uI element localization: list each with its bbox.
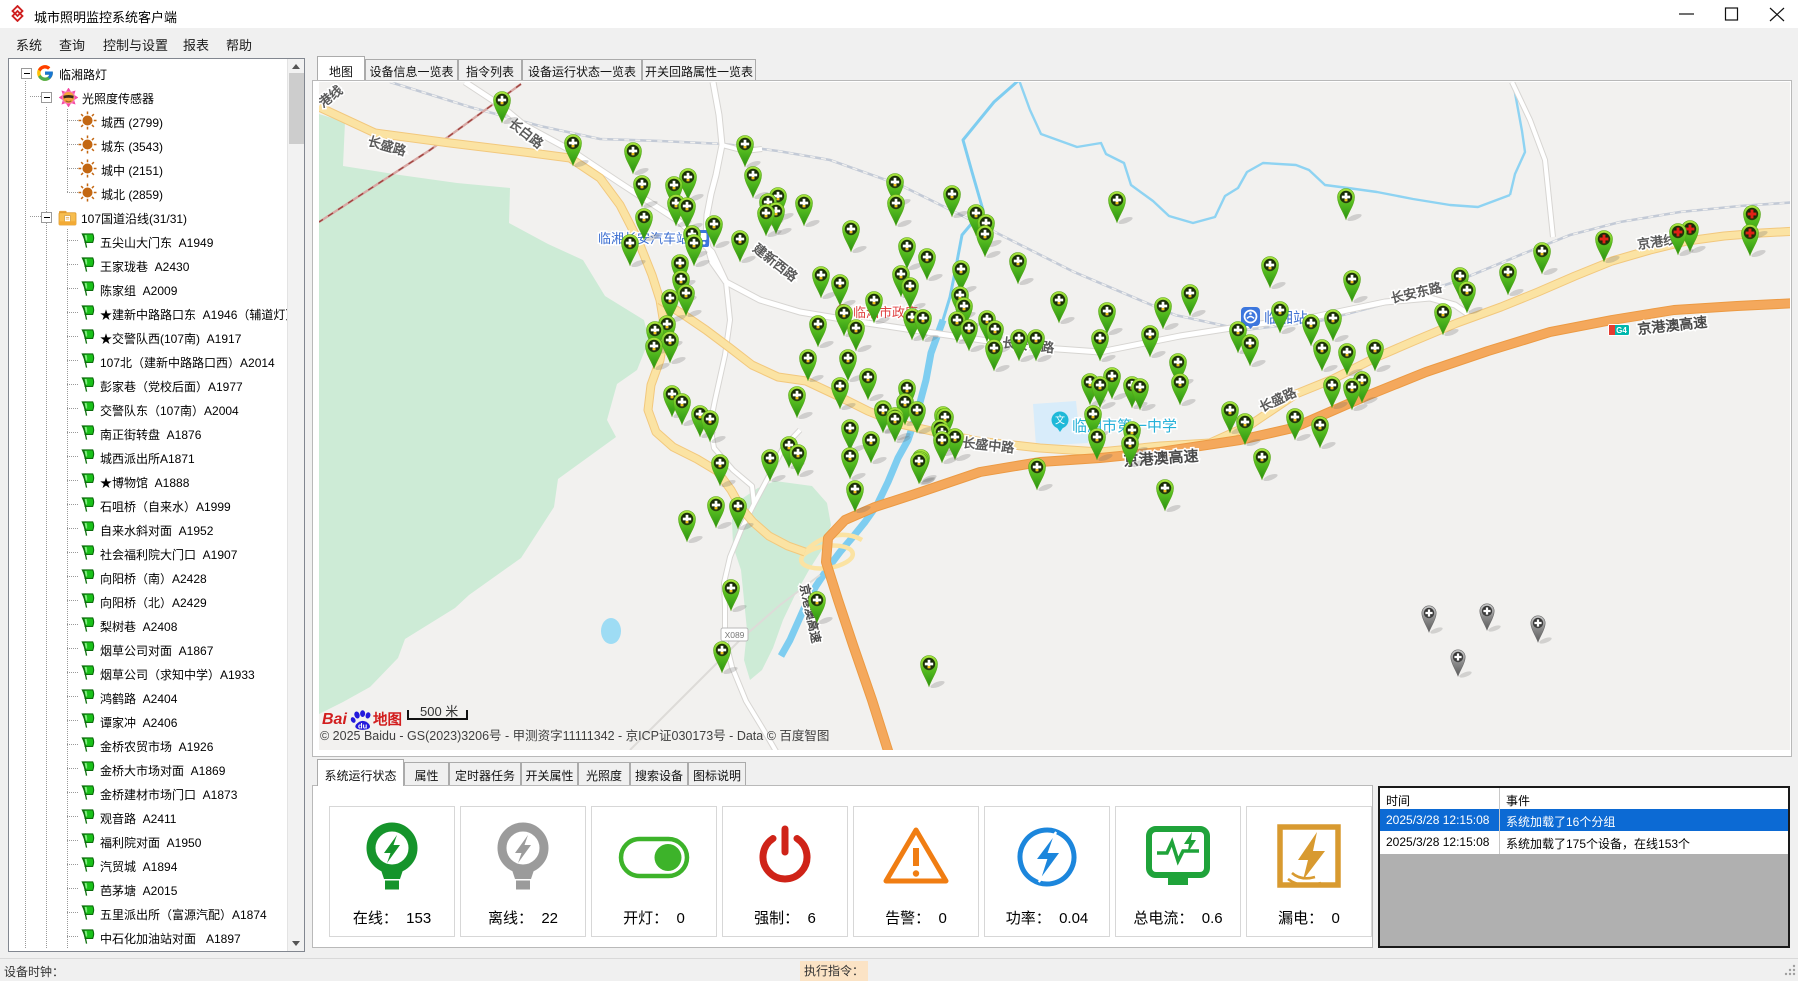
svg-text:© 2025 Baidu - GS(2023)3206号 -: © 2025 Baidu - GS(2023)3206号 - 甲测资字11111… [320, 728, 829, 743]
svg-text:Bai: Bai [322, 711, 347, 728]
svg-text:G4: G4 [1616, 326, 1627, 335]
svg-text:地图: 地图 [373, 711, 402, 729]
svg-text:文: 文 [1055, 414, 1065, 427]
svg-text:500 米: 500 米 [420, 704, 458, 719]
svg-text:X089: X089 [725, 630, 745, 640]
